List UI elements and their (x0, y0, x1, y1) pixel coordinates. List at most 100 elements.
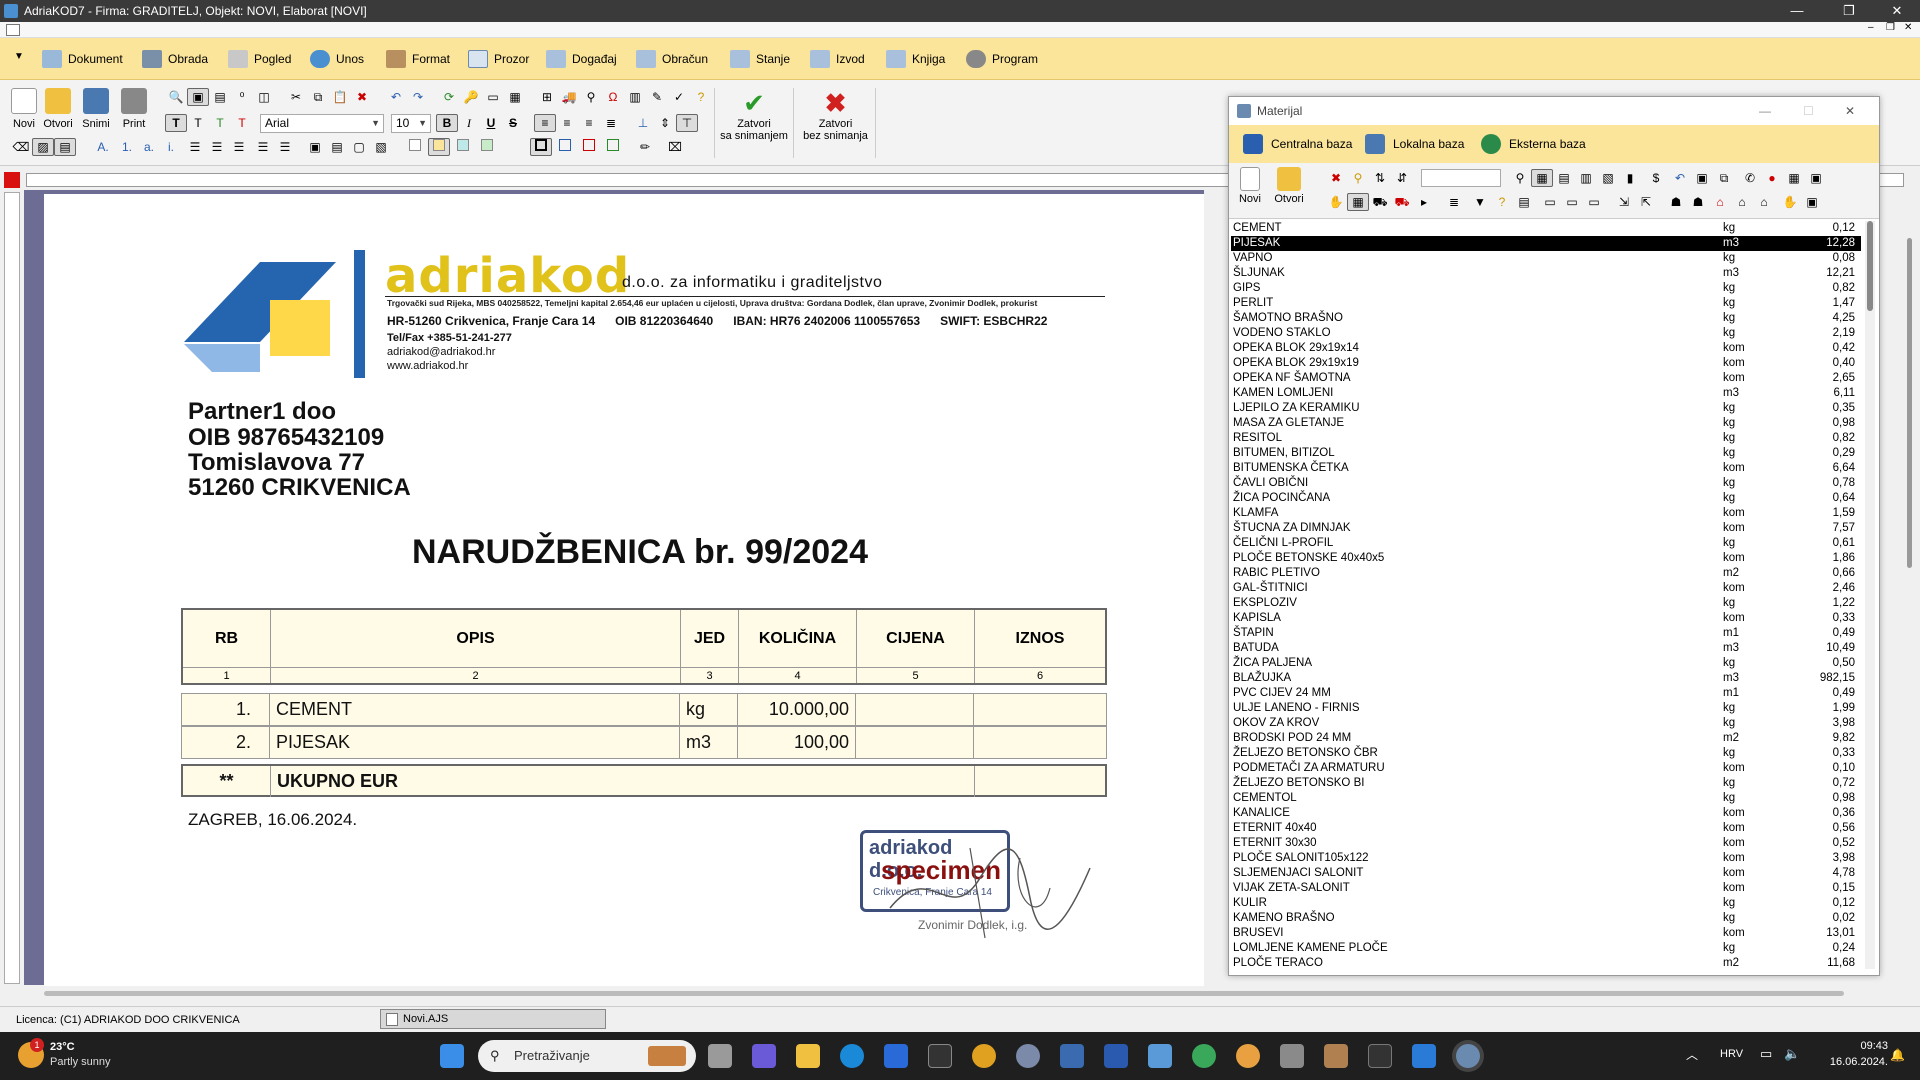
notes-icon[interactable] (1104, 1044, 1128, 1068)
hand-icon[interactable]: ✋ (1325, 193, 1347, 211)
find-icon[interactable]: 🔑 (460, 88, 482, 106)
panel-minimize-icon[interactable]: — (1759, 97, 1771, 125)
menu-dokument[interactable]: Dokument (42, 48, 123, 70)
list-lower-a-icon[interactable]: a. (138, 138, 160, 156)
calendar-icon[interactable]: ▦ (1783, 169, 1805, 187)
vertical-scrollbar[interactable] (1902, 192, 1916, 984)
list-item[interactable]: ČELIČNI L-PROFIL kg 0,61 (1231, 536, 1861, 551)
format-painter-icon[interactable]: ⌫ (10, 138, 32, 156)
menu-program[interactable]: Program (966, 48, 1038, 70)
calc-icon[interactable]: ▤ (1513, 193, 1535, 211)
handshake-icon[interactable]: ✋ (1779, 193, 1801, 211)
adriakod-app-icon[interactable] (1456, 1044, 1480, 1068)
network-icon[interactable]: ▭ (1760, 1046, 1772, 1062)
menu-unos[interactable]: Unos (310, 48, 364, 70)
new-button[interactable]: Novi (6, 88, 42, 130)
panel-new-button[interactable]: Novi (1233, 167, 1267, 205)
list-item[interactable]: BRODSKI POD 24 MM m2 9,82 (1231, 731, 1861, 746)
stack-icon[interactable]: ≣ (1443, 193, 1465, 211)
arrow-right-icon[interactable]: ▸ (1413, 193, 1435, 211)
chart-icon[interactable]: ▮ (1619, 169, 1641, 187)
copy-icon[interactable]: ⧉ (307, 88, 329, 106)
list-item[interactable]: ŠAMOTNO BRAŠNO kg 4,25 (1231, 311, 1861, 326)
language-indicator[interactable]: HRV (1720, 1048, 1743, 1060)
list-item[interactable]: PERLIT kg 1,47 (1231, 296, 1861, 311)
undo-icon[interactable]: ↶ (385, 88, 407, 106)
list-item[interactable]: KAMENO BRAŠNO kg 0,02 (1231, 911, 1861, 926)
field-icon[interactable]: ▭ (482, 88, 504, 106)
zoom-icon[interactable]: ▣ (187, 88, 209, 106)
menu-arrow-icon[interactable]: ▼ (14, 51, 24, 62)
grid-view-icon[interactable]: ▦ (1531, 169, 1553, 187)
help-icon[interactable]: ? (690, 88, 712, 106)
bullet-list-icon[interactable]: ☰ (228, 138, 250, 156)
list-item[interactable]: ČAVLI OBIČNI kg 0,78 (1231, 476, 1861, 491)
red-marker[interactable] (4, 172, 20, 188)
spell-icon[interactable]: ✓ (668, 88, 690, 106)
delete-filter-icon[interactable]: ✖ (1325, 169, 1347, 187)
central-base-button[interactable]: Centralna baza (1243, 133, 1352, 155)
close-with-save-button[interactable]: ✔ Zatvori sa snimanjem (714, 88, 794, 158)
save-icon[interactable]: ▣ (1801, 193, 1823, 211)
list-item[interactable]: KAMEN LOMLJENI m3 6,11 (1231, 386, 1861, 401)
list-item[interactable]: PLOČE BETONSKE 40x40x5 kom 1,86 (1231, 551, 1861, 566)
list-item[interactable]: BITUMENSKA ČETKA kom 6,64 (1231, 461, 1861, 476)
panel-search-input[interactable] (1421, 169, 1501, 187)
list-item[interactable]: KULIR kg 0,12 (1231, 896, 1861, 911)
doc-2-icon[interactable]: ▭ (1561, 193, 1583, 211)
brush-icon[interactable]: ✎ (646, 88, 668, 106)
table-row[interactable]: 2. PIJESAK m3 100,00 (181, 726, 1107, 759)
mdi-restore-icon[interactable]: ❐ (1886, 22, 1895, 33)
binoculars-icon[interactable]: ⚲ (580, 88, 602, 106)
list-item[interactable]: OKOV ZA KROV kg 3,98 (1231, 716, 1861, 731)
table-row[interactable]: 1. CEMENT kg 10.000,00 (181, 693, 1107, 726)
app-icon[interactable] (1236, 1044, 1260, 1068)
border-red-icon[interactable] (578, 138, 600, 156)
scroll-thumb[interactable] (44, 991, 1844, 996)
globe-app-icon[interactable] (1192, 1044, 1216, 1068)
menu-pogled[interactable]: Pogled (228, 48, 291, 70)
clock-date[interactable]: 16.06.2024. (1818, 1056, 1888, 1068)
refresh-icon[interactable]: ⟳ (438, 88, 460, 106)
list-view-icon[interactable]: ▤ (1553, 169, 1575, 187)
binoculars-icon[interactable]: ⚲ (1509, 169, 1531, 187)
house-icon[interactable]: ⌂ (1709, 193, 1731, 211)
list-item[interactable]: CEMENTOL kg 0,98 (1231, 791, 1861, 806)
truck-icon[interactable]: 🚚 (558, 88, 580, 106)
document-tab[interactable]: Novi.AJS (380, 1009, 606, 1029)
filter-icon[interactable]: ▼ (1469, 193, 1491, 211)
list-item[interactable]: ŠTUCNA ZA DIMNJAK kom 7,57 (1231, 521, 1861, 536)
truck-icon[interactable]: ⛟ (1369, 193, 1391, 211)
tray-chevron-icon[interactable]: ︿ (1686, 1046, 1698, 1063)
external-base-button[interactable]: Eksterna baza (1481, 133, 1586, 155)
phone-icon[interactable]: ✆ (1739, 169, 1761, 187)
table-icon[interactable]: ▦ (1347, 193, 1369, 211)
volume-icon[interactable]: 🔈 (1784, 1046, 1800, 1062)
color-yellow-icon[interactable] (428, 138, 450, 156)
cube-icon[interactable] (1148, 1044, 1172, 1068)
header-icon[interactable]: ▣ (304, 138, 326, 156)
mdi-close-icon[interactable]: ✕ (1904, 22, 1912, 33)
underline-button[interactable]: U (480, 114, 502, 132)
menu-dogadaj[interactable]: Događaj (546, 48, 617, 70)
teams-icon[interactable] (752, 1044, 776, 1068)
size-select[interactable]: 10 ▼ (391, 114, 431, 133)
border-black-icon[interactable] (530, 138, 552, 156)
worker-icon[interactable]: ☗ (1687, 193, 1709, 211)
panel-maximize-icon[interactable]: ☐ (1803, 97, 1814, 125)
pages-icon[interactable]: ▤ (209, 88, 231, 106)
pen-icon[interactable]: ✏ (634, 138, 656, 156)
menu-izvod[interactable]: Izvod (810, 48, 865, 70)
panel-open-button[interactable]: Otvori (1271, 167, 1307, 205)
list-item[interactable]: ŽICA PALJENA kg 0,50 (1231, 656, 1861, 671)
text-style-3-icon[interactable]: T (209, 114, 231, 132)
align-right-icon[interactable]: ≡ (578, 114, 600, 132)
people-icon[interactable]: ☗ (1665, 193, 1687, 211)
list-a-icon[interactable]: A. (92, 138, 114, 156)
delete-icon[interactable]: ✖ (351, 88, 373, 106)
list-item[interactable]: ŠLJUNAK m3 12,21 (1231, 266, 1861, 281)
terminal-icon[interactable] (928, 1044, 952, 1068)
calculator-icon[interactable] (1280, 1044, 1304, 1068)
panel-scrollbar[interactable] (1865, 221, 1875, 969)
eraser-icon[interactable]: ⌧ (664, 138, 686, 156)
